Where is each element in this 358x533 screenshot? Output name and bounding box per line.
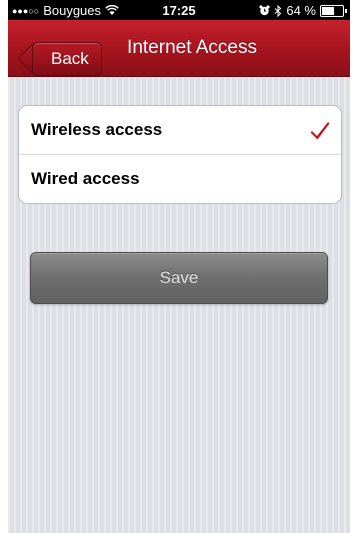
option-label: Wireless access (31, 120, 163, 139)
phone-screen: ●●●○○ Bouygues 17:25 64 % Back Internet … (8, 0, 350, 533)
nav-bar: Back Internet Access (8, 20, 350, 77)
battery-percent: 64 % (286, 3, 316, 18)
bluetooth-icon (275, 4, 282, 17)
checkmark-icon (310, 122, 330, 140)
battery-level (322, 6, 334, 15)
option-label: Wired access (31, 169, 140, 188)
save-button[interactable]: Save (30, 252, 328, 304)
status-right: 64 % (259, 3, 347, 18)
back-button[interactable]: Back (32, 42, 102, 76)
alarm-icon (259, 5, 270, 16)
status-bar: ●●●○○ Bouygues 17:25 64 % (8, 0, 350, 20)
option-wireless-access[interactable]: Wireless access (19, 106, 341, 154)
internet-access-options: Wireless access Wired access (18, 105, 342, 204)
battery-icon (320, 4, 347, 17)
option-wired-access[interactable]: Wired access (19, 154, 341, 203)
back-button-label: Back (51, 49, 89, 68)
